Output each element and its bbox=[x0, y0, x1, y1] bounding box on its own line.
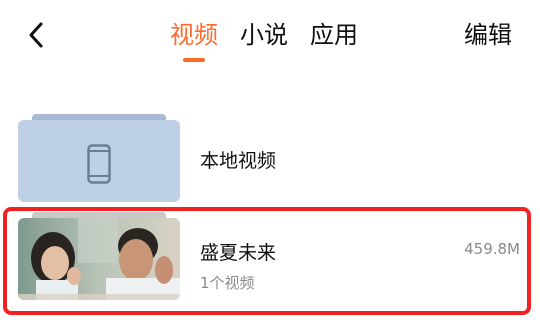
back-button[interactable] bbox=[20, 18, 52, 52]
folder-movie[interactable]: 盛夏未来 1个视频 459.8M bbox=[18, 212, 522, 300]
tab-apps-label: 应用 bbox=[310, 21, 358, 49]
folder-local-videos[interactable]: 本地视频 bbox=[18, 114, 522, 202]
video-library-screen: 视频 小说 应用 编辑 本地视频 盛夏未来 1个视频 459.8M bbox=[0, 0, 540, 333]
movie-still-image bbox=[18, 218, 180, 300]
edit-button[interactable]: 编辑 bbox=[464, 18, 512, 52]
chevron-left-icon bbox=[29, 22, 43, 48]
folder-title: 盛夏未来 bbox=[200, 242, 277, 264]
folder-thumbnail bbox=[18, 212, 180, 300]
tab-video[interactable]: 视频 bbox=[170, 18, 218, 68]
folder-size: 459.8M bbox=[464, 240, 520, 258]
thumbnail-card bbox=[18, 120, 180, 202]
folder-video-count: 1个视频 bbox=[200, 274, 255, 292]
tab-bar: 视频 小说 应用 bbox=[170, 18, 358, 68]
active-tab-indicator bbox=[183, 58, 205, 62]
movie-still-thumbnail bbox=[18, 218, 180, 300]
folder-thumbnail bbox=[18, 114, 180, 202]
folder-title: 本地视频 bbox=[200, 150, 277, 172]
tab-apps[interactable]: 应用 bbox=[310, 18, 358, 68]
tab-novel[interactable]: 小说 bbox=[240, 18, 288, 68]
tab-video-label: 视频 bbox=[170, 21, 218, 49]
phone-icon bbox=[87, 144, 111, 184]
tab-novel-label: 小说 bbox=[240, 21, 288, 49]
